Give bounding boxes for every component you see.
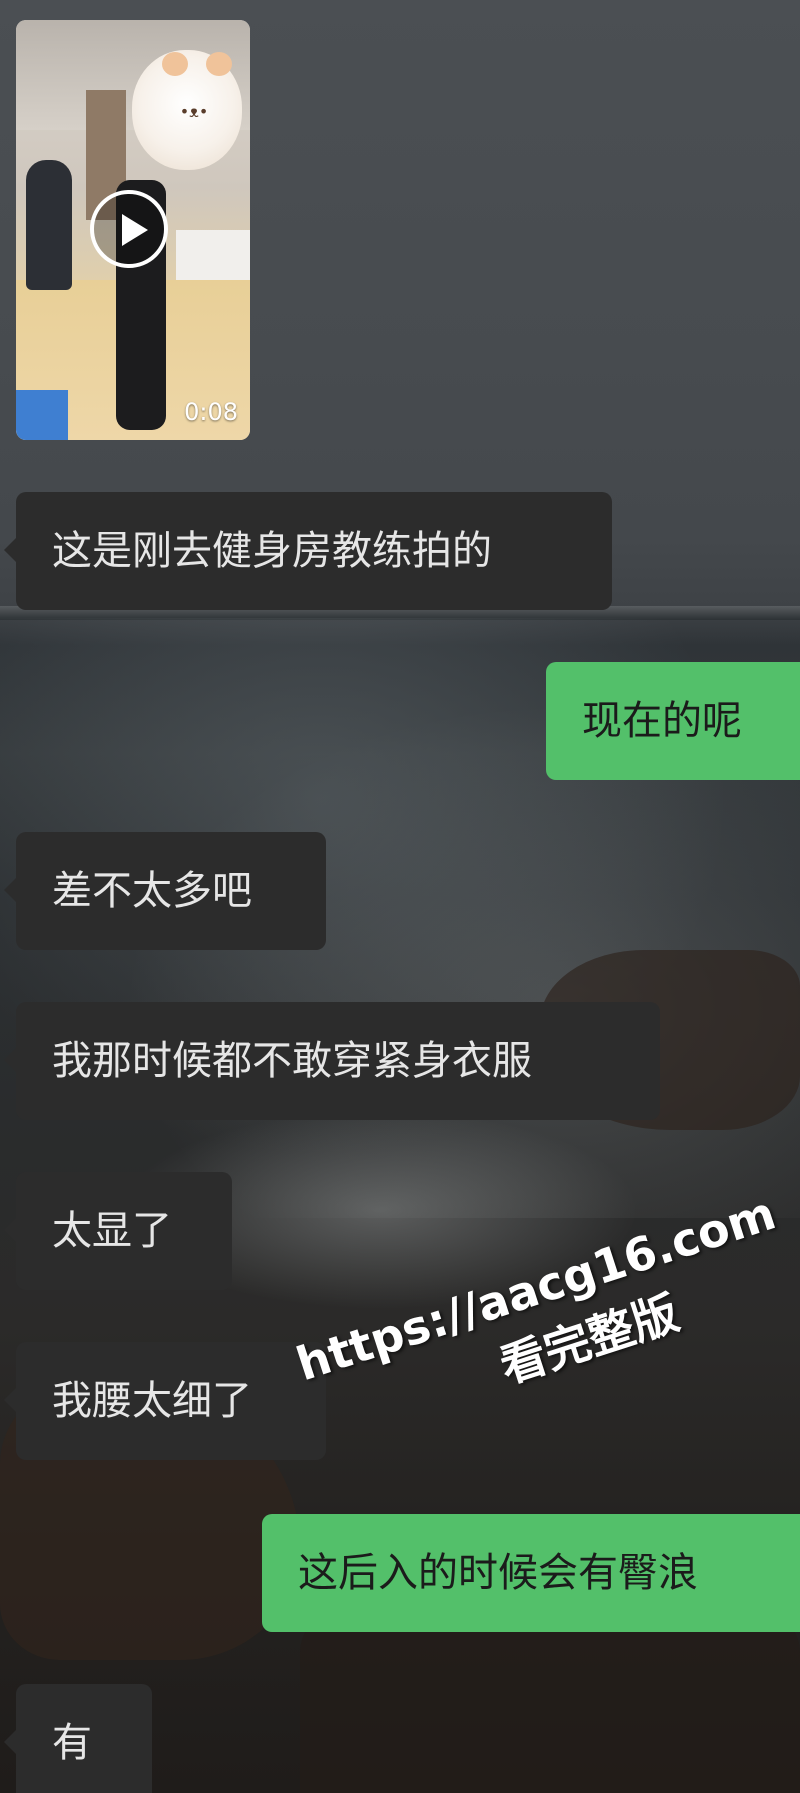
message-bubble-incoming[interactable]: 我腰太细了: [4, 1342, 326, 1460]
chat-window: •ᴥ• 0:08 这是刚去健身房教练拍的 现在的呢 差不太多吧 我那时候都不敢穿…: [0, 0, 800, 1793]
sticker-ear: [206, 52, 232, 76]
message-text: 我腰太细了: [52, 1378, 252, 1424]
message-bubble-incoming[interactable]: 差不太多吧: [4, 832, 326, 950]
sticker-ear: [162, 52, 188, 76]
message-text: 有: [52, 1720, 92, 1766]
message-text: 我那时候都不敢穿紧身衣服: [52, 1038, 532, 1084]
message-bubble-incoming[interactable]: 这是刚去健身房教练拍的: [4, 492, 612, 610]
video-thumbnail-mat: [16, 390, 68, 440]
message-text: 这后入的时候会有臀浪: [298, 1550, 698, 1596]
sticker-face: •ᴥ•: [179, 102, 209, 121]
message-text: 这是刚去健身房教练拍的: [52, 528, 492, 574]
message-text: 现在的呢: [582, 698, 742, 744]
play-icon[interactable]: [90, 190, 168, 268]
video-message[interactable]: •ᴥ• 0:08: [16, 20, 250, 440]
message-bubble-outgoing[interactable]: 现在的呢: [546, 662, 800, 780]
message-bubble-outgoing[interactable]: 这后入的时候会有臀浪: [262, 1514, 800, 1632]
message-text: 差不太多吧: [52, 868, 252, 914]
message-bubble-incoming[interactable]: 太显了: [4, 1172, 232, 1290]
message-bubble-incoming[interactable]: 有: [4, 1684, 152, 1793]
video-duration: 0:08: [184, 398, 238, 426]
video-thumbnail-person: [26, 160, 72, 290]
message-text: 太显了: [52, 1208, 172, 1254]
message-bubble-incoming[interactable]: 我那时候都不敢穿紧身衣服: [4, 1002, 660, 1120]
